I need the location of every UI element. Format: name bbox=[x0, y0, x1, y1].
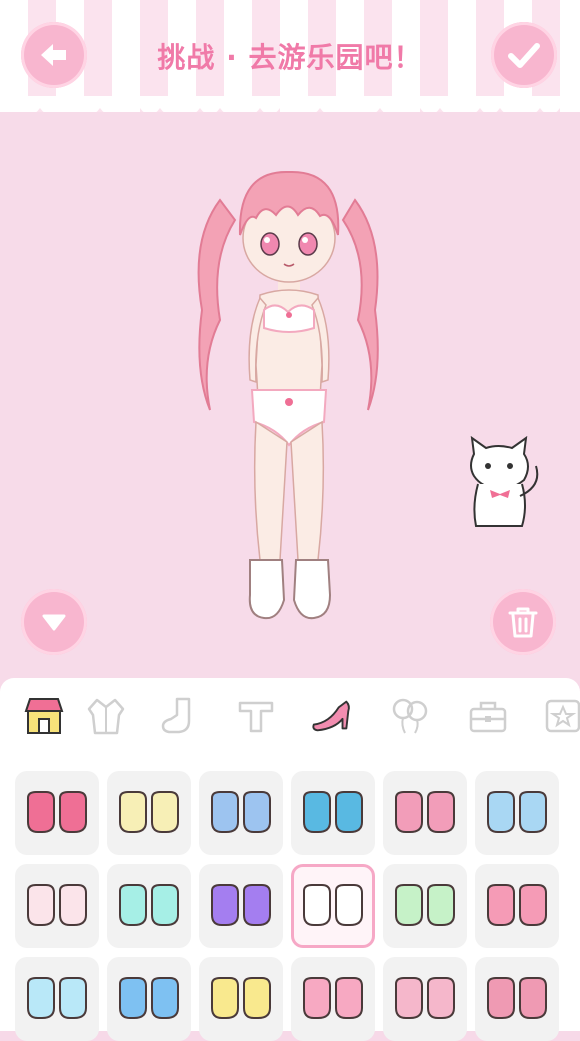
character-doll bbox=[197, 170, 379, 620]
tab-coat[interactable] bbox=[84, 694, 128, 738]
item-tile[interactable] bbox=[291, 864, 375, 948]
blue-yellow-buckle-shoes-icon bbox=[211, 791, 271, 833]
balloon-icon bbox=[392, 698, 428, 734]
pink-bow-shoes-icon bbox=[487, 884, 547, 926]
blue-sandals-icon bbox=[487, 791, 547, 833]
white-socks-icon bbox=[303, 884, 363, 926]
item-tile[interactable] bbox=[15, 864, 99, 948]
blue-bow-boots-icon bbox=[119, 977, 179, 1019]
item-tile[interactable] bbox=[107, 864, 191, 948]
arrow-left-icon bbox=[41, 44, 66, 66]
item-tile[interactable] bbox=[291, 771, 375, 855]
tab-shoes[interactable] bbox=[310, 694, 354, 738]
confirm-button[interactable] bbox=[491, 22, 557, 88]
star-icon bbox=[545, 699, 580, 733]
yellow-bow-shoes-icon bbox=[211, 977, 271, 1019]
triangle-down-icon bbox=[42, 614, 66, 631]
item-tile[interactable] bbox=[15, 771, 99, 855]
page-title: 挑战 · 去游乐园吧！ bbox=[157, 41, 423, 74]
shop-icon bbox=[24, 698, 64, 734]
delete-button[interactable] bbox=[490, 589, 556, 655]
item-tile[interactable] bbox=[383, 957, 467, 1041]
white-cat-pet bbox=[470, 436, 539, 527]
sock-icon bbox=[161, 697, 191, 734]
pink-buckle-shoes-icon bbox=[395, 791, 455, 833]
pink-lace-boots-icon bbox=[487, 977, 547, 1019]
tab-accessories[interactable] bbox=[388, 694, 432, 738]
checkmark-icon bbox=[508, 43, 540, 68]
pink-frill-boots-icon bbox=[303, 977, 363, 1019]
bunny-slippers-icon bbox=[119, 884, 179, 926]
coat-icon bbox=[87, 698, 125, 735]
item-tile[interactable] bbox=[475, 864, 559, 948]
purple-flats-icon bbox=[211, 884, 271, 926]
back-button[interactable] bbox=[21, 22, 87, 88]
trash-icon bbox=[508, 607, 538, 638]
tab-tops[interactable] bbox=[234, 694, 278, 738]
item-tile[interactable] bbox=[475, 771, 559, 855]
high-heel-icon bbox=[312, 700, 350, 732]
item-tile[interactable] bbox=[199, 771, 283, 855]
item-tile[interactable] bbox=[15, 957, 99, 1041]
item-tile[interactable] bbox=[199, 957, 283, 1041]
item-tile[interactable] bbox=[291, 957, 375, 1041]
bear-slippers-icon bbox=[27, 884, 87, 926]
pink-bow-boots-icon bbox=[395, 977, 455, 1019]
bunny-ear-shoes-icon bbox=[395, 884, 455, 926]
cream-strap-shoes-icon bbox=[119, 791, 179, 833]
tab-socks[interactable] bbox=[156, 694, 200, 738]
item-tile[interactable] bbox=[383, 864, 467, 948]
tab-shop[interactable] bbox=[22, 694, 66, 738]
item-tile[interactable] bbox=[383, 771, 467, 855]
item-tile[interactable] bbox=[107, 771, 191, 855]
tab-bags[interactable] bbox=[466, 694, 510, 738]
collapse-button[interactable] bbox=[21, 589, 87, 655]
tab-favorites[interactable] bbox=[542, 694, 580, 738]
item-tile[interactable] bbox=[199, 864, 283, 948]
blue-ankle-boots-icon bbox=[27, 977, 87, 1019]
tshirt-icon bbox=[238, 701, 274, 733]
pink-mary-jane-shoes-icon bbox=[27, 791, 87, 833]
item-tile[interactable] bbox=[475, 957, 559, 1041]
bag-icon bbox=[469, 701, 507, 733]
blue-sneakers-icon bbox=[303, 791, 363, 833]
item-tile[interactable] bbox=[107, 957, 191, 1041]
